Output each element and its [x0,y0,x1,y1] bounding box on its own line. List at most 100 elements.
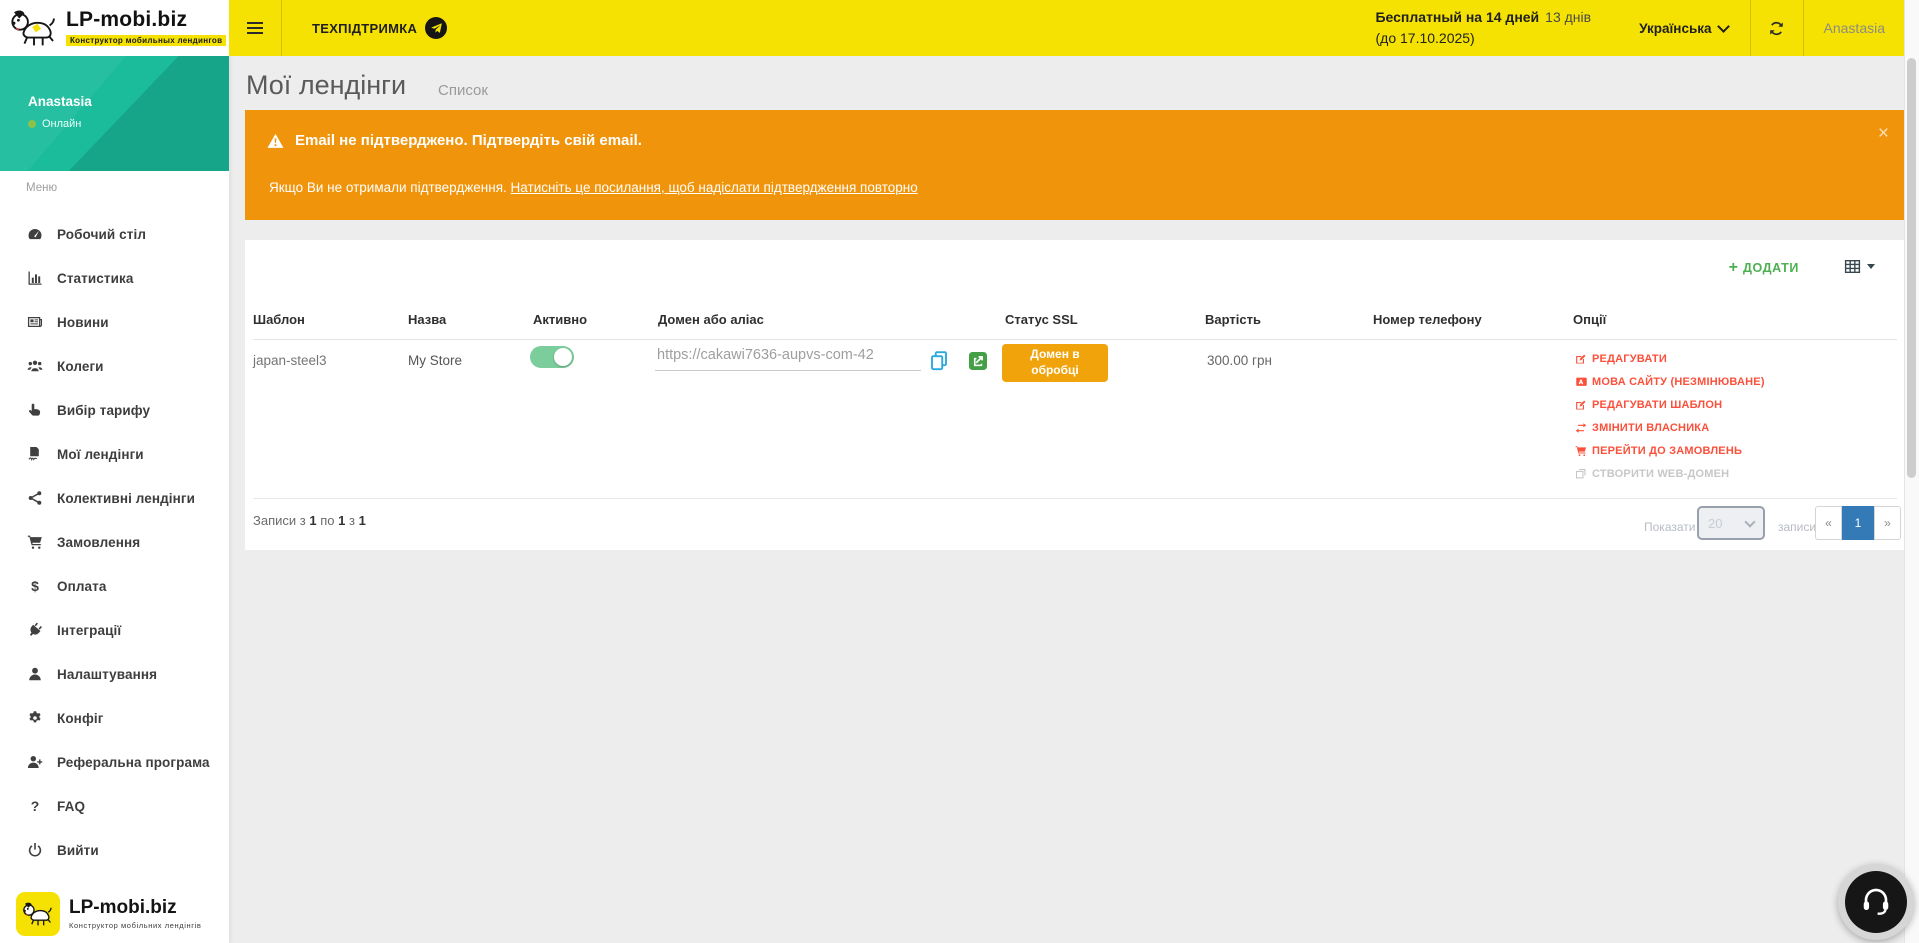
email-warning-banner: Email не підтверджено. Підтвердіть свій … [245,110,1905,220]
page-size-select[interactable]: 20 [1697,506,1765,540]
support-chat-widget[interactable] [1838,864,1914,940]
trial-title: Бесплатный на 14 дней [1375,9,1539,25]
sidebar-item-news[interactable]: Новини [0,300,229,344]
next-page-button[interactable]: » [1874,506,1901,540]
sidebar-item-label: Конфіг [57,711,103,726]
scrollbar-thumb[interactable] [1907,58,1916,478]
hamburger-menu-button[interactable] [229,0,281,56]
tech-support-link[interactable]: ТЕХПІДТРИМКА [282,17,473,39]
sidebar-item-orders[interactable]: Замовлення [0,520,229,564]
sidebar: Anastasia Онлайн Меню Робочий стіл Стати… [0,56,230,943]
sidebar-item-label: Інтеграції [57,623,121,638]
sidebar-item-label: Новини [57,315,109,330]
edit-icon [1575,399,1587,411]
sidebar-menu: Робочий стіл Статистика Новини Колеги Ви… [0,212,229,872]
sidebar-item-label: Реферальна програма [57,755,210,770]
dollar-icon: $ [27,578,43,594]
online-status-dot [28,120,36,128]
user-icon [27,666,43,682]
option-edit-template-link[interactable]: РЕДАГУВАТИ ШАБЛОН [1575,393,1765,416]
col-header-domain[interactable]: Домен або аліас [658,312,764,327]
footer-logo-title: LP-mobi.biz [69,898,201,919]
sidebar-item-label: Статистика [57,271,133,286]
alert-text: Якщо Ви не отримали підтвердження. [269,180,507,195]
pagination-divider [253,498,1897,499]
trial-status: Бесплатный на 14 дней13 днів (до 17.10.2… [1375,7,1591,49]
share-icon [27,490,43,506]
footer-logo-subtitle: Конструктор мобільних лендінгів [69,921,201,930]
option-change-owner-link[interactable]: ЗМІНИТИ ВЛАСНИКА [1575,416,1765,439]
menu-section-label: Меню [26,182,57,194]
sidebar-item-colleagues[interactable]: Колеги [0,344,229,388]
sidebar-item-my-landings[interactable]: Мої лендінги [0,432,229,476]
landings-table-card: + ДОДАТИ Шаблон Назва Активно Домен або … [245,240,1905,550]
sidebar-item-statistics[interactable]: Статистика [0,256,229,300]
col-header-name[interactable]: Назва [408,312,446,327]
column-visibility-button[interactable] [1844,258,1875,275]
col-header-ssl[interactable]: Статус SSL [1005,312,1078,327]
sidebar-item-label: Оплата [57,579,106,594]
sidebar-item-referral[interactable]: Реферальна програма [0,740,229,784]
toggle-knob [554,348,572,366]
active-toggle[interactable] [530,346,574,368]
sidebar-footer-logo[interactable]: LP-mobi.biz Конструктор мобільних лендін… [16,892,201,936]
sidebar-item-logout[interactable]: Вийти [0,828,229,872]
col-header-active[interactable]: Активно [533,312,587,327]
records-label: записи [1778,520,1816,534]
sidebar-item-integrations[interactable]: Інтеграції [0,608,229,652]
copy-domain-button[interactable] [929,350,949,372]
app-logo[interactable]: LP-mobi.biz Конструктор мобильных лендин… [0,0,229,56]
chevron-down-icon [1744,516,1755,527]
sidebar-item-settings[interactable]: Налаштування [0,652,229,696]
header-divider [253,339,1897,340]
landings-icon [27,446,43,462]
option-site-language-link[interactable]: МОВА САЙТУ (НЕЗМІНЮВАНЕ) [1575,370,1765,393]
close-icon[interactable]: × [1878,124,1889,143]
vertical-scrollbar [1904,0,1919,943]
sidebar-item-tariff[interactable]: Вибір тарифу [0,388,229,432]
question-icon: ? [27,798,43,814]
refresh-icon [1768,20,1785,37]
ssl-status-badge: Домен в обробці [1002,344,1108,382]
plus-icon: + [1729,260,1738,276]
dog-logo-icon [16,892,60,936]
resend-confirmation-link[interactable]: Натисніть це посилання, щоб надіслати пі… [511,180,918,195]
user-menu[interactable]: Anastasia [1804,20,1905,36]
external-link-icon [969,352,987,370]
sidebar-item-label: Колеги [57,359,104,374]
plug-icon [27,622,43,638]
language-selector[interactable]: Українська [1617,0,1749,56]
open-site-button[interactable] [969,352,987,370]
option-edit-link[interactable]: РЕДАГУВАТИ [1575,347,1765,370]
page-size-value: 20 [1708,516,1722,531]
stats-icon [27,270,43,286]
logo-subtitle: Конструктор мобильных лендингов [66,35,226,46]
exchange-icon [1575,422,1587,434]
domain-input[interactable] [655,340,921,371]
row-price-cell: 300.00 грн [1207,353,1272,368]
col-header-options[interactable]: Опції [1573,312,1606,327]
trial-days-left: 13 днів [1545,9,1591,25]
headset-icon [1845,871,1907,933]
sidebar-item-faq[interactable]: ? FAQ [0,784,229,828]
add-landing-button[interactable]: + ДОДАТИ [1729,260,1799,276]
option-go-to-orders-link[interactable]: ПЕРЕЙТИ ДО ЗАМОВЛЕНЬ [1575,439,1765,462]
prev-page-button[interactable]: « [1815,506,1842,540]
page-1-button[interactable]: 1 [1842,506,1874,540]
row-template-cell: japan-steel3 [253,353,327,368]
sidebar-item-config[interactable]: Конфіг [0,696,229,740]
refresh-button[interactable] [1751,0,1803,56]
edit-icon [1575,353,1587,365]
sidebar-item-label: Робочий стіл [57,227,146,242]
col-header-phone[interactable]: Номер телефону [1373,312,1482,327]
telegram-icon [425,17,447,39]
warning-icon [267,133,284,149]
col-header-template[interactable]: Шаблон [253,312,305,327]
records-summary: Записи з 1 по 1 з 1 [253,513,366,528]
app-root: ТЕХПІДТРИМКА Бесплатный на 14 дней 13 дні… [0,0,1919,943]
show-label: Показати [1644,520,1695,534]
sidebar-item-payment[interactable]: $ Оплата [0,564,229,608]
col-header-price[interactable]: Вартість [1205,312,1261,327]
sidebar-item-dashboard[interactable]: Робочий стіл [0,212,229,256]
sidebar-item-collective-landings[interactable]: Колективні лендінги [0,476,229,520]
